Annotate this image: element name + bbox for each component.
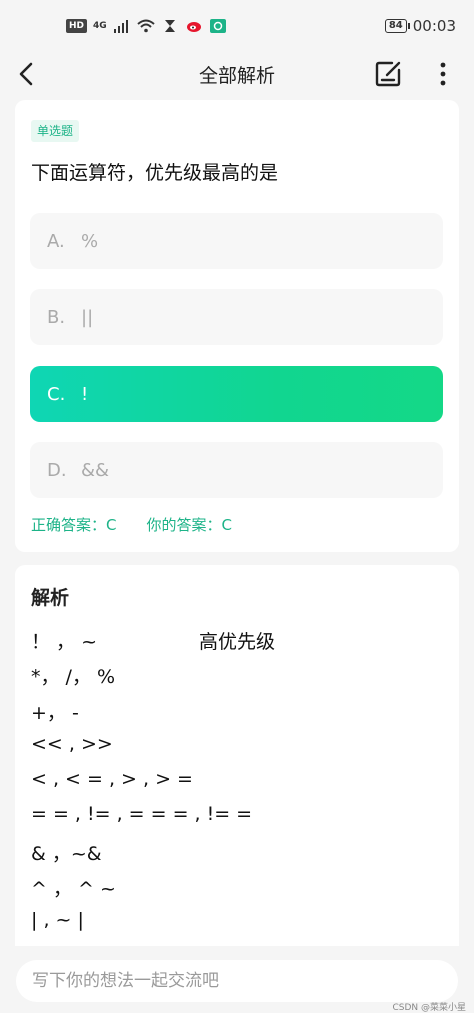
analysis-card: 解析 高优先级 ！ ， ~ *， /， % +， - << , >> < , <… [15, 565, 459, 1005]
hd-indicator: HD [66, 19, 88, 33]
status-right: 84 00:03 [384, 17, 456, 35]
battery-icon: 84 [384, 19, 410, 33]
analysis-line: | , ~ | [31, 909, 84, 931]
signal-icon [113, 20, 128, 33]
option-c[interactable]: C. ! [30, 366, 443, 422]
high-priority-label: 高优先级 [199, 631, 276, 653]
edit-note-icon[interactable] [373, 59, 403, 89]
analysis-line: < , < = , > , > = [31, 768, 193, 790]
your-answer: 你的答案：C [146, 516, 232, 534]
hourglass-icon [164, 20, 175, 32]
option-text: || [81, 306, 94, 328]
option-letter: B. [47, 306, 66, 328]
correct-answer: 正确答案：C [31, 516, 117, 534]
status-bar: HD 4G 84 00:03 [0, 0, 474, 52]
page-title: 全部解析 [198, 64, 275, 87]
more-options-icon[interactable] [432, 59, 454, 89]
comment-input[interactable] [16, 960, 458, 1002]
option-letter: D. [47, 459, 67, 481]
network-type: 4G [93, 20, 107, 31]
question-card: 单选题 下面运算符，优先级最高的是 A. % B. || C. ! D. && … [15, 100, 459, 552]
option-text: ! [81, 383, 89, 405]
option-b[interactable]: B. || [30, 289, 443, 345]
analysis-line: << , >> [31, 733, 113, 755]
analysis-line: = = , != , = = = , != = [31, 803, 253, 825]
question-text: 下面运算符，优先级最高的是 [31, 162, 279, 184]
top-nav: 全部解析 [0, 52, 474, 96]
analysis-line: & ，~& [31, 843, 102, 865]
wifi-icon [137, 19, 155, 33]
weibo-icon [186, 22, 201, 32]
analysis-line: *， /， % [31, 666, 116, 688]
status-icons: HD 4G [66, 19, 227, 33]
option-text: % [81, 230, 99, 252]
answer-summary: 正确答案：C 你的答案：C [31, 514, 232, 535]
analysis-line: ！ ， ~ [31, 631, 97, 653]
option-a[interactable]: A. % [30, 213, 443, 269]
analysis-line: +， - [31, 702, 79, 724]
watermark: CSDN @菜菜小星 [392, 1003, 466, 1013]
app-notification-icon [209, 19, 226, 33]
question-type-badge: 单选题 [31, 120, 80, 142]
option-d[interactable]: D. && [30, 442, 443, 498]
clock: 00:03 [412, 17, 456, 35]
back-arrow-icon[interactable] [14, 60, 42, 88]
option-letter: C. [47, 383, 66, 405]
option-letter: A. [47, 230, 65, 252]
analysis-line: ^ ， ^ ~ [31, 878, 116, 900]
option-text: && [81, 459, 110, 481]
analysis-title: 解析 [31, 587, 70, 609]
